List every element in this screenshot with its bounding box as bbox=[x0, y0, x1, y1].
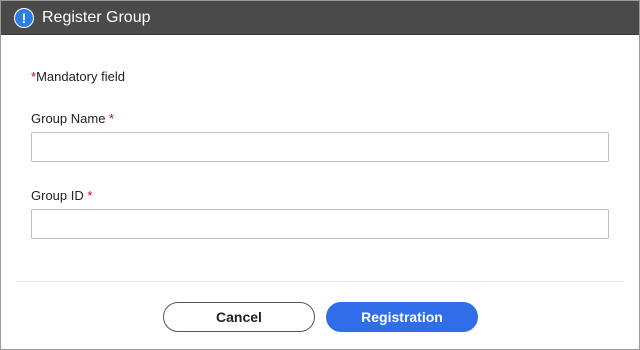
info-icon: ! bbox=[14, 7, 34, 28]
required-marker: * bbox=[87, 188, 93, 203]
required-marker: * bbox=[109, 111, 115, 126]
group-name-label-text: Group Name bbox=[31, 111, 106, 126]
dialog-title: Register Group bbox=[42, 8, 151, 26]
footer-divider bbox=[16, 281, 624, 282]
group-id-label: Group ID * bbox=[31, 188, 92, 203]
registration-button[interactable]: Registration bbox=[326, 302, 478, 332]
mandatory-note-text: Mandatory field bbox=[36, 69, 125, 84]
dialog-titlebar: ! Register Group bbox=[1, 1, 639, 35]
register-group-dialog: ! Register Group *Mandatory field Group … bbox=[0, 0, 640, 350]
group-name-label: Group Name * bbox=[31, 111, 114, 126]
cancel-button[interactable]: Cancel bbox=[163, 302, 315, 332]
group-id-label-text: Group ID bbox=[31, 188, 84, 203]
group-id-input[interactable] bbox=[31, 209, 609, 239]
group-name-input[interactable] bbox=[31, 132, 609, 162]
mandatory-note: *Mandatory field bbox=[31, 69, 125, 84]
